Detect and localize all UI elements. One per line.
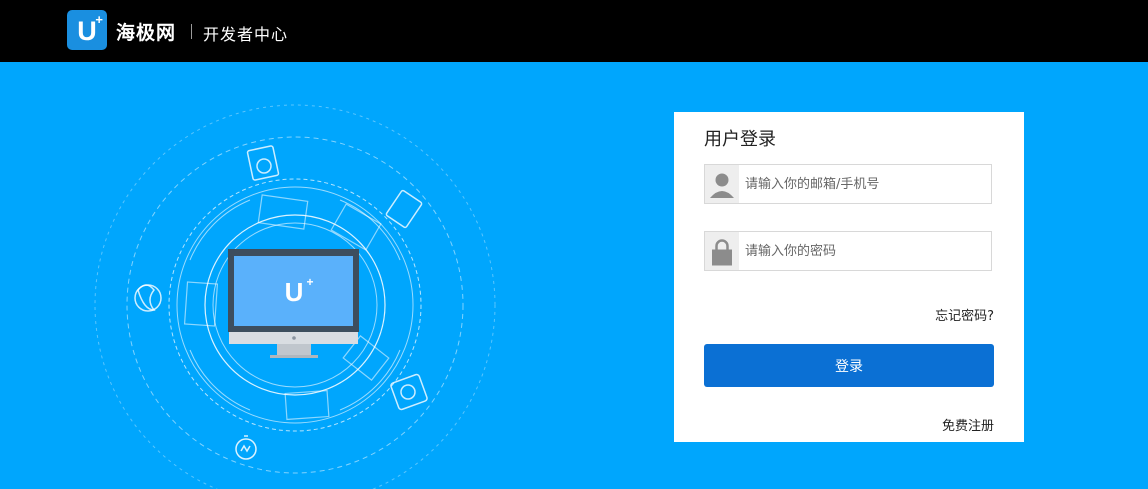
- header-divider: [191, 24, 192, 39]
- brand-name[interactable]: 海极网: [116, 18, 176, 45]
- monitor-icon: U +: [228, 249, 359, 358]
- top-bar: U + 海极网 开发者中心: [0, 0, 1148, 62]
- fan-icon: [134, 284, 162, 312]
- forgot-password-link[interactable]: 忘记密码?: [935, 305, 994, 324]
- air-conditioner-icon: [390, 373, 428, 411]
- user-icon: [705, 165, 739, 203]
- lock-icon: [705, 232, 739, 270]
- logo-plus: +: [95, 12, 103, 27]
- header-subtitle: 开发者中心: [203, 25, 289, 44]
- username-field[interactable]: [704, 164, 992, 204]
- password-field[interactable]: [704, 231, 992, 271]
- watch-icon: [235, 435, 257, 460]
- logo-letter: U: [77, 15, 97, 46]
- register-link[interactable]: 免费注册: [942, 415, 994, 434]
- login-title: 用户登录: [704, 129, 776, 150]
- screen-logo-plus: +: [306, 275, 313, 289]
- washing-machine-icon: [246, 145, 280, 181]
- login-button[interactable]: 登录: [704, 344, 994, 387]
- screen-logo-letter: U: [285, 277, 304, 307]
- username-input[interactable]: [739, 165, 987, 203]
- logo[interactable]: U +: [67, 10, 107, 50]
- tablet-icon: [385, 189, 423, 229]
- login-card: 用户登录 忘记密码? 登录 免费注册: [674, 112, 1024, 442]
- illustration: U +: [94, 104, 496, 489]
- password-input[interactable]: [739, 232, 987, 270]
